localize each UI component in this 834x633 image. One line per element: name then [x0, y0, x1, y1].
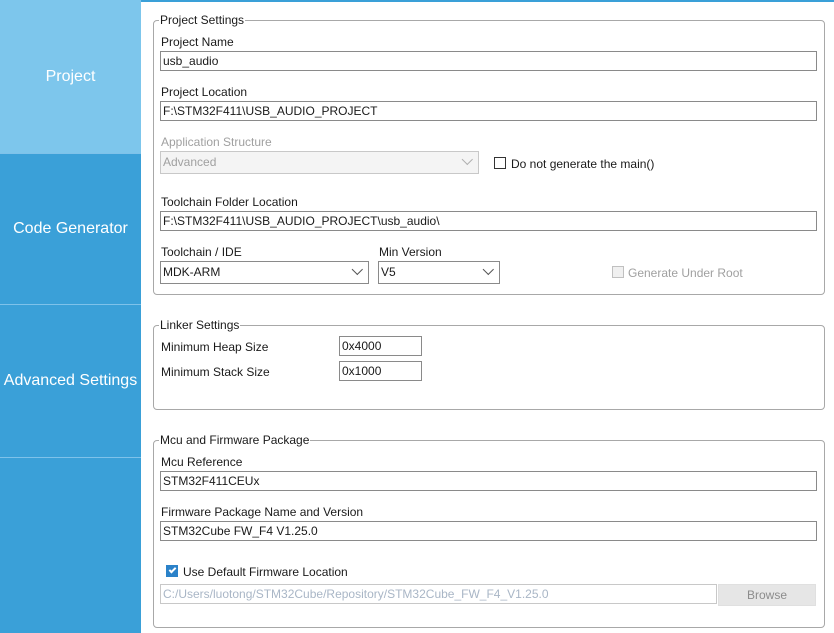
top-border	[141, 0, 834, 2]
app-structure-select[interactable]: Advanced	[160, 151, 479, 174]
project-location-label: Project Location	[161, 85, 248, 99]
fw-package-input[interactable]: STM32Cube FW_F4 V1.25.0	[160, 521, 817, 541]
generate-under-root-checkbox[interactable]	[612, 266, 624, 278]
use-default-fw-label: Use Default Firmware Location	[183, 565, 348, 579]
sidebar-item-label: Advanced Settings	[3, 372, 138, 389]
check-icon	[168, 565, 176, 574]
mcu-firmware-legend: Mcu and Firmware Package	[159, 433, 311, 447]
sidebar-item-label: Code Generator	[13, 220, 128, 237]
sidebar-item-advanced-settings[interactable]: Advanced Settings	[0, 305, 141, 458]
toolchain-folder-input[interactable]: F:\STM32F411\USB_AUDIO_PROJECT\usb_audio…	[160, 211, 817, 231]
no-main-checkbox[interactable]	[494, 157, 506, 169]
generate-under-root-label: Generate Under Root	[628, 266, 743, 280]
heap-size-label: Minimum Heap Size	[161, 340, 269, 354]
stack-size-label: Minimum Stack Size	[161, 365, 270, 379]
app-structure-value: Advanced	[163, 155, 217, 169]
stack-size-input[interactable]: 0x1000	[339, 361, 422, 381]
no-main-label: Do not generate the main()	[511, 157, 655, 171]
toolchain-ide-value: MDK-ARM	[163, 265, 221, 279]
toolchain-ide-label: Toolchain / IDE	[161, 245, 242, 259]
min-version-label: Min Version	[379, 245, 442, 259]
mcu-reference-label: Mcu Reference	[161, 455, 243, 469]
heap-size-input[interactable]: 0x4000	[339, 336, 422, 356]
toolchain-ide-select[interactable]: MDK-ARM	[160, 261, 369, 284]
sidebar-item-project[interactable]: Project	[0, 0, 141, 154]
toolchain-folder-label: Toolchain Folder Location	[161, 195, 298, 209]
min-version-select[interactable]: V5	[378, 261, 500, 284]
fw-package-label: Firmware Package Name and Version	[161, 505, 364, 519]
fw-location-input[interactable]: C:/Users/luotong/STM32Cube/Repository/ST…	[160, 584, 717, 604]
project-name-label: Project Name	[161, 35, 234, 49]
min-version-value: V5	[381, 265, 396, 279]
chevron-down-icon	[351, 263, 363, 276]
linker-settings-legend: Linker Settings	[159, 318, 241, 332]
sidebar: Project Code Generator Advanced Settings	[0, 0, 141, 633]
sidebar-item-label: Project	[45, 67, 96, 85]
chevron-down-icon	[482, 263, 494, 276]
project-location-input[interactable]: F:\STM32F411\USB_AUDIO_PROJECT	[160, 101, 817, 121]
browse-button[interactable]: Browse	[718, 584, 816, 606]
sidebar-item-empty	[0, 458, 141, 633]
sidebar-item-code-generator[interactable]: Code Generator	[0, 154, 141, 305]
project-name-input[interactable]: usb_audio	[160, 51, 817, 71]
project-settings-legend: Project Settings	[159, 13, 246, 27]
mcu-reference-input[interactable]: STM32F411CEUx	[160, 471, 817, 491]
chevron-down-icon	[461, 153, 473, 166]
app-structure-label: Application Structure	[161, 135, 272, 149]
use-default-fw-checkbox[interactable]	[166, 565, 178, 577]
